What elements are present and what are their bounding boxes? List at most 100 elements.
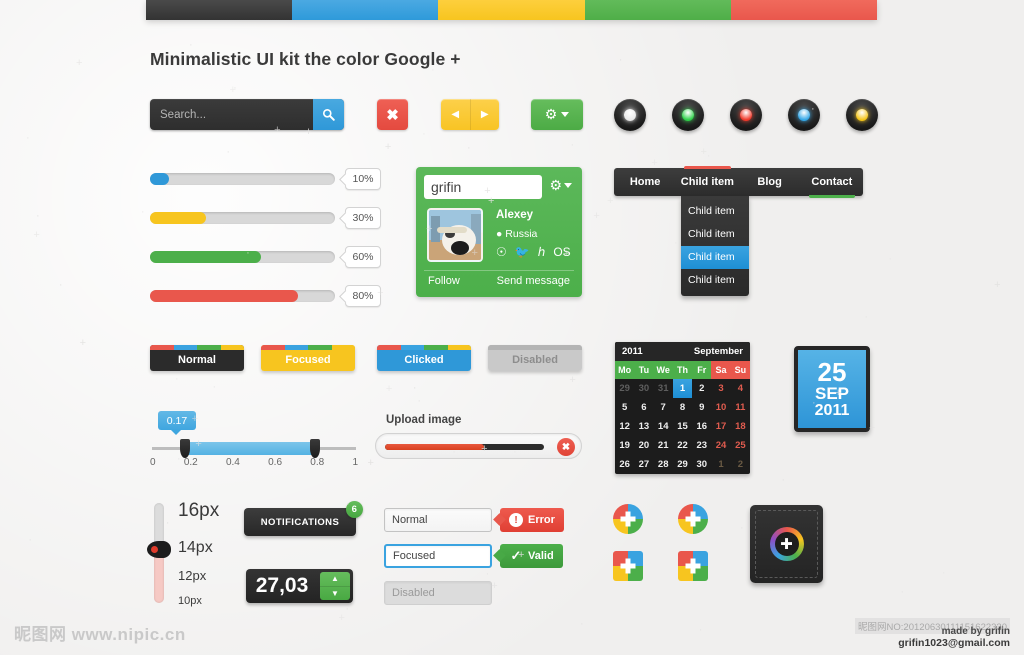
font-size-option-14px[interactable]: 14px	[178, 539, 213, 557]
calendar-day[interactable]: 15	[673, 417, 692, 436]
button-clicked[interactable]: Clicked	[377, 345, 471, 371]
font-size-slider[interactable]	[154, 503, 164, 603]
calendar-day[interactable]: 20	[634, 436, 653, 455]
search-box[interactable]	[150, 99, 344, 130]
calendar-day[interactable]: 9	[692, 398, 711, 417]
calendar-day[interactable]: 14	[654, 417, 673, 436]
range-handle-start[interactable]	[180, 439, 190, 458]
font-size-option-12px[interactable]: 12px	[178, 568, 206, 583]
calendar-day[interactable]: 3	[711, 379, 730, 398]
profile-social-links[interactable]: ☉ 🐦 ℎ OS	[496, 245, 571, 259]
nav-item-blog[interactable]: Blog	[739, 168, 801, 196]
calendar-day[interactable]: 23	[692, 436, 711, 455]
calendar-day[interactable]: 1	[711, 455, 730, 474]
calendar-day[interactable]: 26	[615, 455, 634, 474]
profile-settings-button[interactable]: ⚙	[549, 177, 572, 194]
led-yellow[interactable]	[846, 99, 878, 131]
button-focused[interactable]: Focused	[261, 345, 355, 371]
stripe-segment	[174, 345, 198, 350]
calendar-day[interactable]: 24	[711, 436, 730, 455]
calendar-day[interactable]: 27	[634, 455, 653, 474]
stepper-increment-button[interactable]: ▲	[320, 572, 350, 587]
search-button[interactable]	[313, 99, 344, 130]
led-blue[interactable]	[788, 99, 820, 131]
calendar-day[interactable]: 30	[692, 455, 711, 474]
profile-username-input[interactable]	[424, 175, 542, 199]
calendar-day[interactable]: 12	[615, 417, 634, 436]
button-disabled[interactable]: Disabled	[488, 345, 582, 371]
nav-item-home[interactable]: Home	[614, 168, 676, 196]
calendar-day[interactable]: 1	[673, 379, 692, 398]
calendar-day[interactable]: 22	[673, 436, 692, 455]
calendar-day[interactable]: 29	[673, 455, 692, 474]
font-size-slider-handle[interactable]	[147, 541, 171, 558]
upload-track	[385, 444, 544, 450]
dribbble-icon[interactable]: ☉	[496, 245, 507, 259]
led-red[interactable]	[730, 99, 762, 131]
font-size-option-16px[interactable]: 16px	[178, 500, 219, 522]
calendar-day[interactable]: 16	[692, 417, 711, 436]
range-handle-end[interactable]	[310, 439, 320, 458]
stepper-arrows[interactable]: ▲ ▼	[320, 572, 350, 600]
calendar-day[interactable]: 7	[654, 398, 673, 417]
gplus-circle-2[interactable]	[678, 504, 708, 534]
range-slider[interactable]	[152, 447, 356, 450]
progress-bar[interactable]	[150, 212, 335, 224]
stripe-segment	[332, 345, 356, 350]
dropdown-item-0[interactable]: Child item	[681, 200, 749, 223]
color-picker-tile[interactable]: ✚	[750, 505, 823, 583]
calendar-day[interactable]: 21	[654, 436, 673, 455]
led-green[interactable]	[672, 99, 704, 131]
prev-next-button-group[interactable]: ◀ ▶	[441, 99, 499, 130]
prev-button[interactable]: ◀	[441, 99, 471, 130]
calendar-day[interactable]: 11	[731, 398, 750, 417]
dropdown-item-1[interactable]: Child item	[681, 223, 749, 246]
progress-bar[interactable]	[150, 173, 335, 185]
calendar-day[interactable]: 5	[615, 398, 634, 417]
gplus-circle-1[interactable]	[613, 504, 643, 534]
nav-item-child-item[interactable]: Child item	[676, 168, 738, 196]
search-input[interactable]	[160, 109, 300, 121]
calendar-day[interactable]: 13	[634, 417, 653, 436]
calendar-day[interactable]: 29	[615, 379, 634, 398]
input-focused[interactable]	[384, 544, 492, 568]
forrst-icon[interactable]: ℎ	[538, 245, 546, 259]
send-message-button[interactable]: Send message	[497, 275, 570, 287]
sparkle-decoration: ·	[571, 139, 575, 151]
follow-button[interactable]: Follow	[428, 275, 460, 287]
calendar-day[interactable]: 8	[673, 398, 692, 417]
settings-dropdown-button[interactable]: ⚙	[531, 99, 583, 130]
close-button[interactable]: ✖	[377, 99, 408, 130]
calendar-day[interactable]: 28	[654, 455, 673, 474]
progress-bar[interactable]	[150, 290, 335, 302]
number-stepper[interactable]: 27,03 ▲ ▼	[246, 569, 353, 603]
calendar-day[interactable]: 19	[615, 436, 634, 455]
calendar-day[interactable]: 6	[634, 398, 653, 417]
input-normal[interactable]	[384, 508, 492, 532]
led-white[interactable]	[614, 99, 646, 131]
sparkle-decoration: ·	[177, 453, 181, 465]
notifications-button[interactable]: NOTIFICATIONS 6	[244, 508, 356, 536]
calendar-day[interactable]: 31	[654, 379, 673, 398]
upload-cancel-button[interactable]: ✖	[557, 438, 575, 456]
progress-bar[interactable]	[150, 251, 335, 263]
dropdown-item-3[interactable]: Child item	[681, 269, 749, 292]
gplus-square-2[interactable]	[678, 551, 708, 581]
calendar-day[interactable]: 4	[731, 379, 750, 398]
font-size-option-10px[interactable]: 10px	[178, 595, 202, 607]
nav-item-contact[interactable]: Contact	[801, 168, 863, 196]
dropdown-item-2[interactable]: Child item	[681, 246, 749, 269]
calendar-day[interactable]: 10	[711, 398, 730, 417]
progress-fill	[150, 173, 169, 185]
button-normal[interactable]: Normal	[150, 345, 244, 371]
calendar-day[interactable]: 25	[731, 436, 750, 455]
next-button[interactable]: ▶	[471, 99, 500, 130]
gplus-square-1[interactable]	[613, 551, 643, 581]
calendar-day[interactable]: 2	[692, 379, 711, 398]
calendar-day[interactable]: 30	[634, 379, 653, 398]
calendar-day[interactable]: 17	[711, 417, 730, 436]
calendar-day[interactable]: 2	[731, 455, 750, 474]
calendar-day[interactable]: 18	[731, 417, 750, 436]
twitter-icon[interactable]: 🐦	[515, 245, 530, 259]
stepper-decrement-button[interactable]: ▼	[320, 587, 350, 601]
